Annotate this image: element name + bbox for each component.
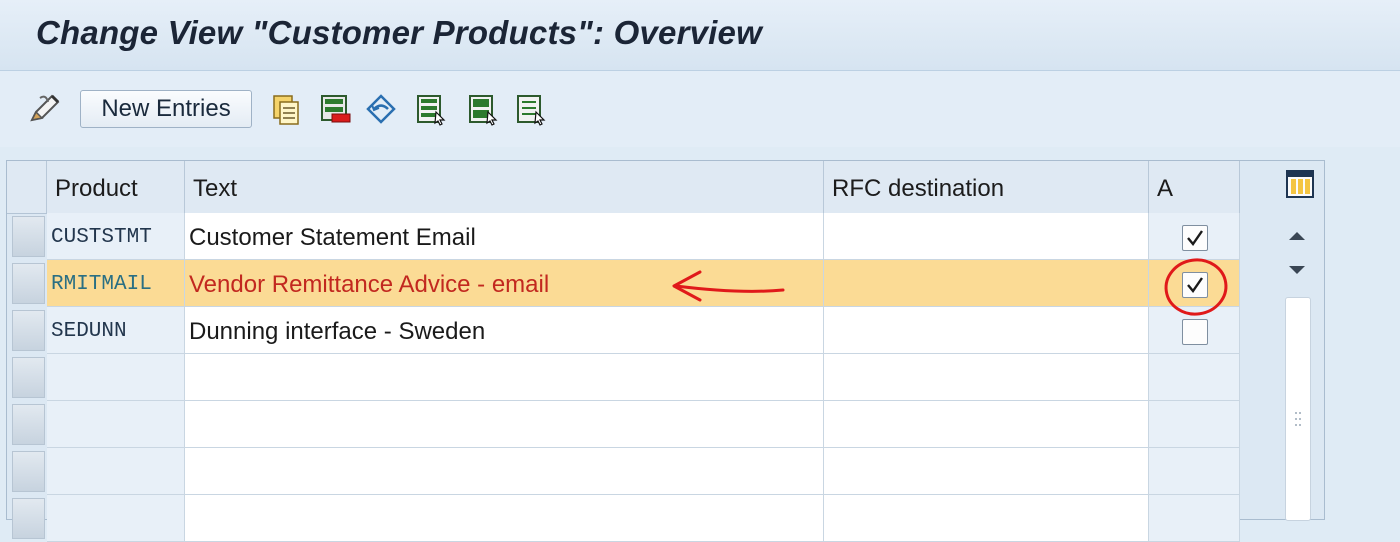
select-all-icon[interactable]	[412, 90, 450, 128]
row-selector[interactable]	[12, 357, 45, 398]
cell-text[interactable]: Vendor Remittance Advice - email	[185, 260, 824, 307]
cell-rfc-destination[interactable]	[824, 213, 1149, 260]
cell-product[interactable]	[47, 448, 185, 495]
scroll-down-arrow-icon[interactable]	[1286, 261, 1308, 279]
customer-products-table: Product Text RFC destination A CUSTSTMT C…	[6, 160, 1325, 542]
table-header: Product Text RFC destination A	[7, 161, 1240, 214]
table-row[interactable]	[7, 448, 1240, 495]
delete-icon[interactable]	[316, 90, 354, 128]
active-checkbox[interactable]	[1182, 225, 1208, 251]
cell-rfc-destination[interactable]	[824, 448, 1149, 495]
scroll-track[interactable]	[1285, 297, 1311, 521]
select-block-icon[interactable]	[464, 90, 502, 128]
row-selector[interactable]	[12, 451, 45, 492]
column-header-product[interactable]: Product	[47, 161, 185, 213]
column-header-active[interactable]: A	[1149, 161, 1240, 213]
undo-icon[interactable]	[362, 90, 400, 128]
cell-product[interactable]: RMITMAIL	[47, 260, 185, 307]
application-toolbar: New Entries	[0, 71, 1400, 147]
cell-product[interactable]	[47, 495, 185, 542]
cell-rfc-destination[interactable]	[824, 401, 1149, 448]
deselect-all-icon[interactable]	[512, 90, 550, 128]
column-header-text[interactable]: Text	[185, 161, 824, 213]
cell-active	[1149, 448, 1240, 495]
checkmark-icon	[1187, 277, 1203, 293]
cell-active	[1149, 354, 1240, 401]
table-row[interactable]: RMITMAIL Vendor Remittance Advice - email	[7, 260, 1240, 307]
checkmark-icon	[1187, 230, 1203, 246]
row-selector[interactable]	[12, 263, 45, 304]
cell-text[interactable]	[185, 448, 824, 495]
cell-text[interactable]: Dunning interface - Sweden	[185, 307, 824, 354]
table-row[interactable]: CUSTSTMT Customer Statement Email	[7, 213, 1240, 260]
new-entries-button[interactable]: New Entries	[80, 90, 252, 128]
scroll-up-arrow-icon[interactable]	[1286, 227, 1308, 245]
cell-text[interactable]: Customer Statement Email	[185, 213, 824, 260]
cell-product[interactable]	[47, 401, 185, 448]
cell-product[interactable]: SEDUNN	[47, 307, 185, 354]
table-row[interactable]	[7, 354, 1240, 401]
edit-icon[interactable]	[26, 90, 64, 128]
table-row[interactable]	[7, 495, 1240, 542]
cell-product[interactable]: CUSTSTMT	[47, 213, 185, 260]
row-selector[interactable]	[12, 216, 45, 257]
cell-rfc-destination[interactable]	[824, 354, 1149, 401]
row-selector[interactable]	[12, 310, 45, 351]
row-selector[interactable]	[12, 404, 45, 445]
title-bar: Change View "Customer Products": Overvie…	[0, 0, 1400, 71]
cell-rfc-destination[interactable]	[824, 495, 1149, 542]
cell-rfc-destination[interactable]	[824, 307, 1149, 354]
cell-text[interactable]	[185, 401, 824, 448]
cell-active	[1149, 213, 1240, 260]
table-row[interactable]: SEDUNN Dunning interface - Sweden	[7, 307, 1240, 354]
table-row[interactable]	[7, 401, 1240, 448]
page-title: Change View "Customer Products": Overvie…	[36, 14, 762, 51]
cell-active	[1149, 495, 1240, 542]
cell-text[interactable]	[185, 354, 824, 401]
row-selector[interactable]	[12, 498, 45, 539]
active-checkbox[interactable]	[1182, 319, 1208, 345]
active-checkbox[interactable]	[1182, 272, 1208, 298]
cell-text[interactable]	[185, 495, 824, 542]
cell-rfc-destination[interactable]	[824, 260, 1149, 307]
column-config-icon[interactable]	[1285, 169, 1315, 199]
column-header-rfc-destination[interactable]: RFC destination	[824, 161, 1149, 213]
cell-active	[1149, 401, 1240, 448]
scroll-grip-icon[interactable]	[1293, 410, 1303, 428]
cell-product[interactable]	[47, 354, 185, 401]
copy-icon[interactable]	[266, 90, 304, 128]
cell-active	[1149, 307, 1240, 354]
select-all-header[interactable]	[7, 161, 47, 213]
vertical-scrollbar	[1247, 161, 1325, 521]
cell-active	[1149, 260, 1240, 307]
